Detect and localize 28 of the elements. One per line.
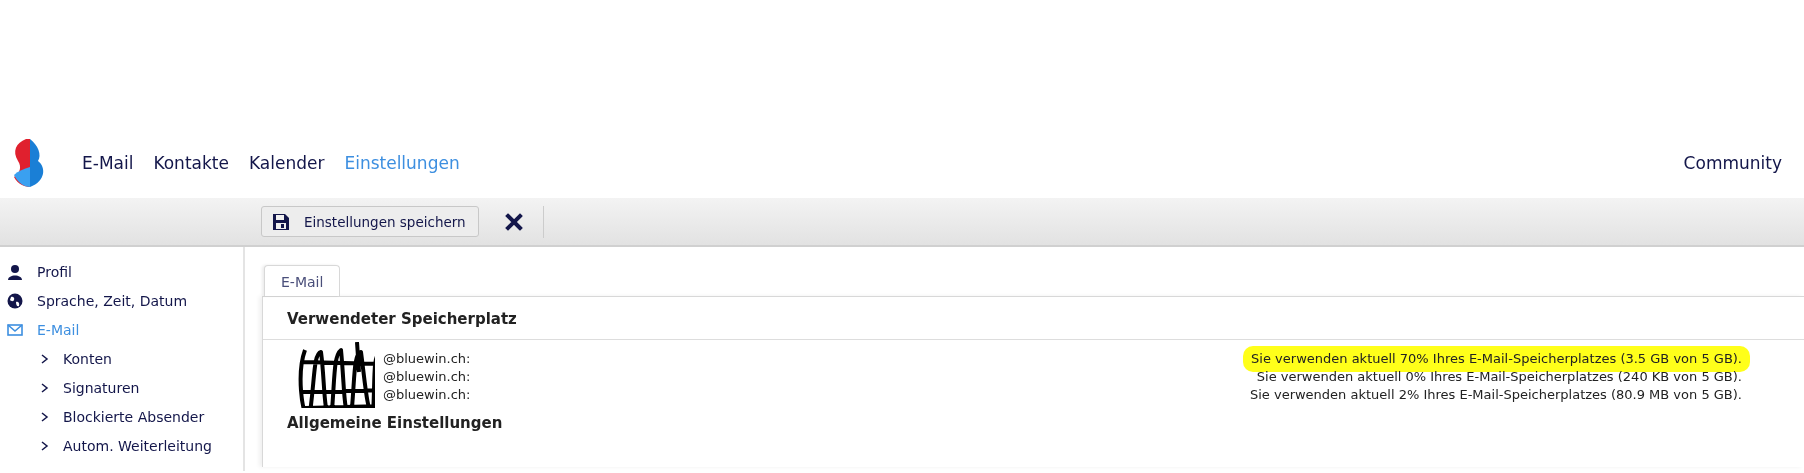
tab[interactable]: E-Mail [264,265,341,296]
chevron-icon [40,353,49,364]
community-link[interactable]: Community [1683,153,1782,173]
account-address: @bluewin.ch: [383,350,471,368]
account-address: @bluewin.ch: [383,368,471,386]
account-address: @bluewin.ch: [383,386,471,404]
save-settings-button[interactable]: Einstellungen speichern [261,206,479,237]
person-icon [7,263,23,280]
usage-text: Sie verwenden aktuell 0% Ihres E-Mail-Speicherplatzes (240 KB von 5 GB). [1255,368,1743,386]
sidebar-item[interactable]: Signaturen [63,379,140,396]
chevron-icon [40,440,49,451]
globe-icon [7,292,23,309]
sidebar-item[interactable]: Blockierte Absender [63,408,205,425]
chevron-icon [40,382,49,393]
nav-link[interactable]: E-Mail [82,153,134,173]
nav-link[interactable]: Kalender [248,153,325,173]
save-icon [272,212,290,231]
section-heading: Allgemeine Einstellungen [286,413,504,434]
sidebar-item[interactable]: Autom. Weiterleitung [63,437,212,454]
section-heading: Verwendeter Speicherplatz [263,297,1804,340]
sidebar-item[interactable]: Profil [37,263,72,280]
nav-link[interactable]: Kontakte [153,153,229,173]
sidebar-item[interactable]: Sprache, Zeit, Datum [37,292,188,309]
close-icon[interactable] [504,212,523,231]
usage-text: Sie verwenden aktuell 2% Ihres E-Mail-Speicherplatzes (80.9 MB von 5 GB). [1248,386,1743,404]
chevron-icon [40,411,49,422]
mail-icon [7,321,23,338]
sidebar-item[interactable]: Konten [63,350,112,367]
